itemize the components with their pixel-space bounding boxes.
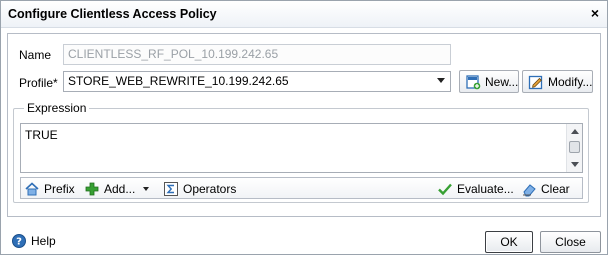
close-label: Close — [555, 235, 586, 249]
ok-label: OK — [500, 235, 518, 249]
close-icon[interactable]: × — [591, 5, 599, 21]
modify-profile-button[interactable]: Modify... — [522, 70, 593, 93]
modify-label: Modify... — [548, 74, 593, 89]
operators-button[interactable]: Operators — [163, 179, 236, 198]
eraser-icon — [523, 183, 536, 196]
name-field-value: CLIENTLESS_RF_POL_10.199.242.65 — [68, 47, 279, 61]
chevron-down-icon[interactable] — [143, 186, 150, 191]
expression-editor[interactable]: TRUE — [20, 123, 583, 173]
chevron-down-icon — [437, 78, 445, 83]
help-icon: ? — [12, 234, 26, 248]
help-link[interactable]: ? Help — [11, 233, 56, 249]
clear-button[interactable]: Clear — [521, 179, 570, 198]
expression-legend: Expression — [24, 101, 90, 115]
green-plus-icon — [85, 182, 99, 195]
clear-label: Clear — [541, 181, 570, 196]
expression-group: Expression TRUE Prefix Add... Operators … — [13, 101, 589, 203]
help-label: Help — [31, 234, 56, 248]
sigma-icon — [164, 181, 178, 196]
new-profile-button[interactable]: New... — [459, 70, 519, 93]
add-label: Add... — [104, 181, 136, 196]
expression-scrollbar[interactable] — [566, 124, 582, 172]
prefix-button[interactable]: Prefix — [24, 179, 75, 198]
close-button[interactable]: Close — [540, 231, 601, 253]
expression-text: TRUE — [25, 128, 58, 142]
house-prefix-icon — [25, 181, 39, 195]
new-document-icon — [466, 74, 481, 89]
scroll-down-icon[interactable] — [571, 162, 579, 167]
ok-button[interactable]: OK — [485, 231, 533, 253]
prefix-label: Prefix — [44, 181, 75, 196]
scroll-thumb[interactable] — [569, 141, 580, 153]
pencil-edit-icon — [528, 75, 543, 89]
main-panel: Name CLIENTLESS_RF_POL_10.199.242.65 Pro… — [7, 33, 601, 217]
svg-text:?: ? — [16, 237, 22, 248]
operators-label: Operators — [183, 181, 237, 196]
new-label: New... — [485, 74, 519, 89]
name-field: CLIENTLESS_RF_POL_10.199.242.65 — [63, 44, 451, 65]
dialog-window: Configure Clientless Access Policy × Nam… — [0, 0, 608, 255]
expression-toolbar: Prefix Add... Operators Evaluate... Clea… — [20, 177, 583, 199]
evaluate-label: Evaluate... — [457, 181, 514, 196]
profile-select[interactable]: STORE_WEB_REWRITE_10.199.242.65 — [63, 71, 451, 92]
green-check-icon — [438, 183, 452, 195]
evaluate-button[interactable]: Evaluate... — [437, 179, 514, 198]
name-label-text: Name — [19, 48, 52, 62]
name-label: Name — [19, 48, 51, 62]
title-bar: Configure Clientless Access Policy × — [1, 1, 607, 28]
profile-select-value: STORE_WEB_REWRITE_10.199.242.65 — [68, 74, 289, 88]
profile-label: Profile* — [19, 76, 58, 90]
dialog-title: Configure Clientless Access Policy — [8, 7, 217, 21]
scroll-up-icon[interactable] — [571, 129, 579, 134]
add-button[interactable]: Add... — [84, 179, 150, 198]
